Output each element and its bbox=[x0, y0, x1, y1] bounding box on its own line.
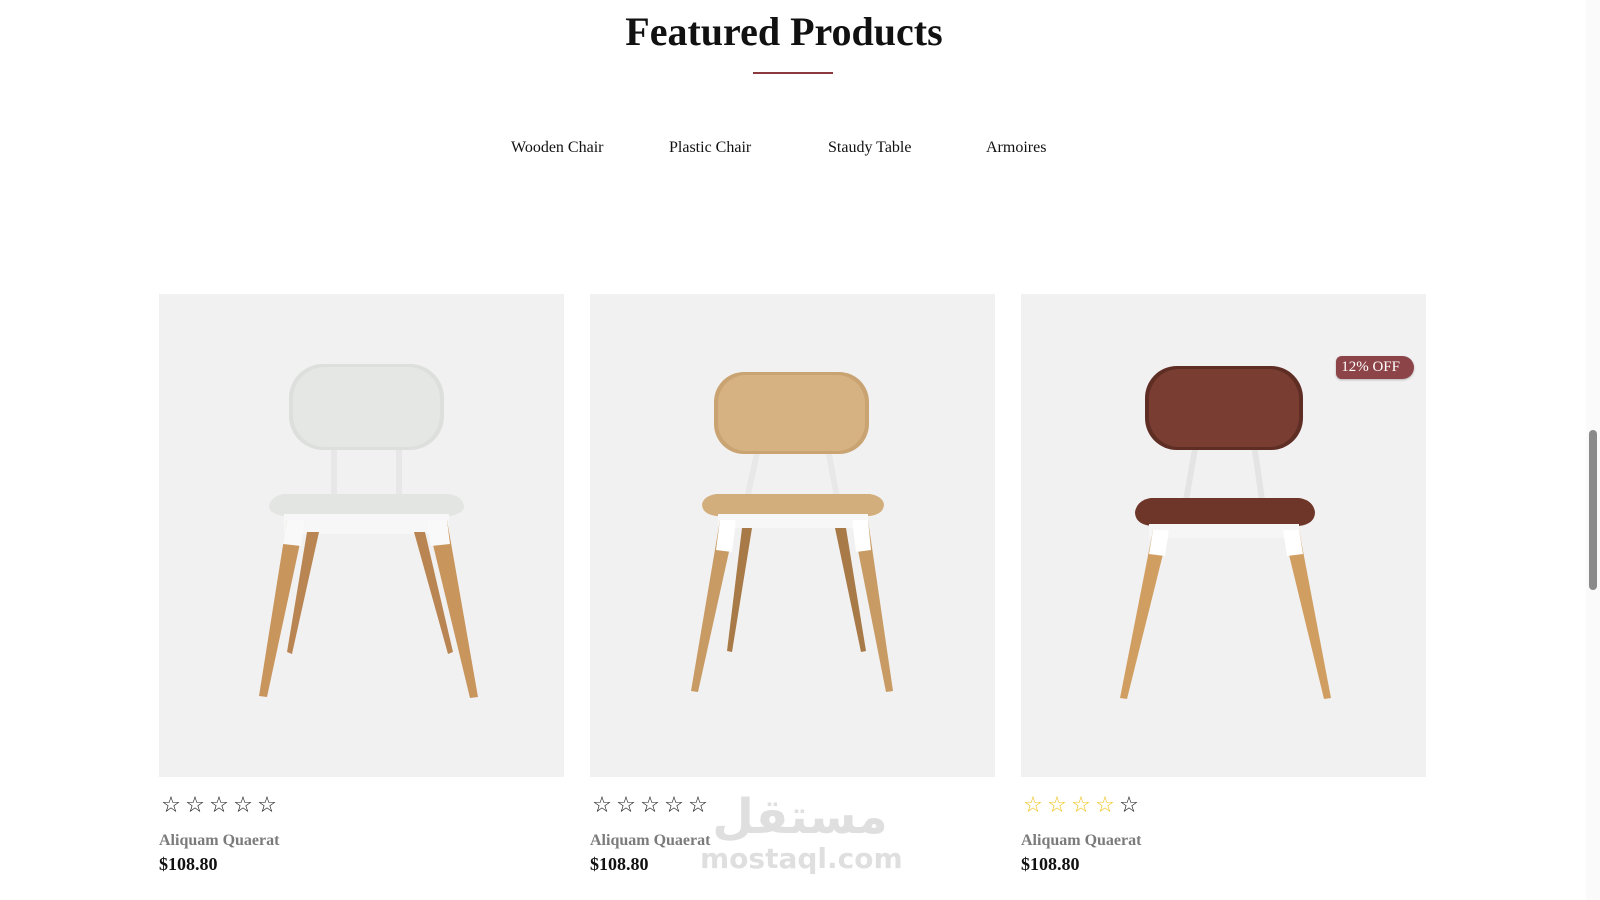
star-icon: ☆ bbox=[1047, 793, 1067, 818]
star-icon: ☆ bbox=[616, 793, 636, 818]
section-title: Featured Products bbox=[625, 9, 943, 54]
product-image[interactable] bbox=[159, 294, 564, 777]
featured-products-page: Featured Products Wooden Chair Plastic C… bbox=[0, 0, 1600, 900]
tab-wooden-chair[interactable]: Wooden Chair bbox=[511, 139, 603, 157]
tab-armoires[interactable]: Armoires bbox=[986, 139, 1046, 157]
star-icon: ☆ bbox=[592, 793, 612, 818]
product-price: $108.80 bbox=[590, 854, 649, 874]
star-icon: ☆ bbox=[185, 793, 205, 818]
title-underline bbox=[753, 72, 833, 74]
wooden-chair-image bbox=[691, 372, 893, 692]
star-icon: ☆ bbox=[1119, 793, 1139, 818]
product-card[interactable]: ☆ ☆ ☆ ☆ ☆ Aliquam Quaerat $108.80 bbox=[159, 294, 564, 875]
star-rating: ☆ ☆ ☆ ☆ ☆ bbox=[590, 794, 995, 818]
tab-plastic-chair[interactable]: Plastic Chair bbox=[669, 139, 751, 157]
star-icon: ☆ bbox=[1023, 793, 1043, 818]
tab-study-table[interactable]: Staudy Table bbox=[828, 139, 911, 157]
star-icon: ☆ bbox=[640, 793, 660, 818]
star-icon: ☆ bbox=[209, 793, 229, 818]
scrollbar-thumb[interactable] bbox=[1589, 430, 1597, 590]
star-icon: ☆ bbox=[688, 793, 708, 818]
category-tabs: Wooden Chair Plastic Chair Staudy Table … bbox=[0, 139, 1600, 163]
discount-badge: 12% OFF bbox=[1336, 356, 1414, 379]
star-icon: ☆ bbox=[233, 793, 253, 818]
star-rating: ☆ ☆ ☆ ☆ ☆ bbox=[1021, 794, 1426, 818]
star-rating: ☆ ☆ ☆ ☆ ☆ bbox=[159, 794, 564, 818]
star-icon: ☆ bbox=[257, 793, 277, 818]
product-price: $108.80 bbox=[1021, 854, 1080, 874]
product-card[interactable]: ☆ ☆ ☆ ☆ ☆ Aliquam Quaerat $108.80 bbox=[590, 294, 995, 875]
product-image[interactable] bbox=[590, 294, 995, 777]
star-icon: ☆ bbox=[1095, 793, 1115, 818]
product-name[interactable]: Aliquam Quaerat bbox=[1021, 832, 1426, 850]
star-icon: ☆ bbox=[664, 793, 684, 818]
product-name[interactable]: Aliquam Quaerat bbox=[590, 832, 995, 850]
star-icon: ☆ bbox=[161, 793, 181, 818]
product-price: $108.80 bbox=[159, 854, 218, 874]
product-image[interactable]: 12% OFF bbox=[1021, 294, 1426, 777]
star-icon: ☆ bbox=[1071, 793, 1091, 818]
product-name[interactable]: Aliquam Quaerat bbox=[159, 832, 564, 850]
scrollbar[interactable] bbox=[1586, 0, 1600, 900]
product-card[interactable]: 12% OFF ☆ ☆ ☆ ☆ ☆ Aliquam Quaerat $108.8… bbox=[1021, 294, 1426, 875]
white-chair-image bbox=[259, 364, 478, 698]
